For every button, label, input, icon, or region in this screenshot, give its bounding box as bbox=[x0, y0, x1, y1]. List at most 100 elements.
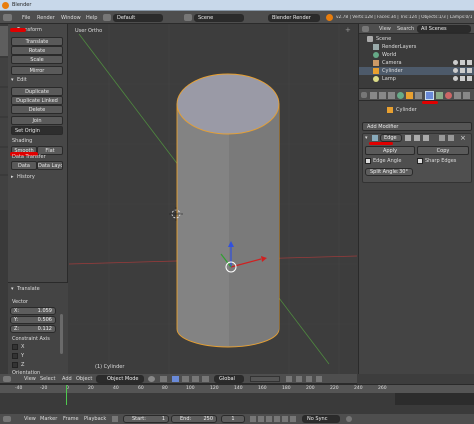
viewport-3d[interactable]: User Ortho (1) Cylinder + bbox=[69, 24, 357, 374]
selectability-icon[interactable] bbox=[460, 76, 465, 81]
outliner-row[interactable]: Scene bbox=[359, 35, 474, 43]
operator-scrollbar[interactable] bbox=[60, 314, 63, 354]
renderability-icon[interactable] bbox=[467, 76, 472, 81]
keying-toggle-icon[interactable] bbox=[112, 416, 118, 422]
mirror-button[interactable]: Mirror bbox=[11, 66, 63, 75]
edit-panel-header[interactable]: Edit bbox=[17, 77, 27, 83]
move-down-icon[interactable] bbox=[448, 135, 454, 141]
edge-angle-checkbox[interactable] bbox=[365, 158, 371, 164]
menu-window[interactable]: Window bbox=[61, 15, 81, 21]
jump-end-icon[interactable] bbox=[290, 416, 296, 422]
start-frame-field[interactable]: Start: 1 bbox=[123, 415, 169, 423]
object-tab-icon[interactable] bbox=[406, 92, 413, 99]
visibility-eye-icon[interactable] bbox=[453, 68, 458, 73]
tab-tools[interactable] bbox=[0, 26, 8, 56]
play-icon[interactable] bbox=[274, 416, 280, 422]
render-engine-select[interactable]: Blender Render bbox=[268, 14, 320, 22]
scene-tab-icon[interactable] bbox=[388, 92, 395, 99]
pivot-icon[interactable] bbox=[160, 376, 167, 382]
view3d-editor-icon[interactable] bbox=[3, 376, 11, 382]
cylinder-top[interactable] bbox=[176, 73, 280, 135]
viewport-canvas[interactable] bbox=[69, 24, 357, 374]
edit-panel-arrow-icon[interactable]: ▾ bbox=[11, 77, 14, 83]
layout-select[interactable]: Default bbox=[113, 14, 163, 22]
play-reverse-icon[interactable] bbox=[266, 416, 272, 422]
modifiers-tab-icon[interactable] bbox=[425, 91, 434, 100]
constraint-y-checkbox[interactable] bbox=[12, 353, 18, 359]
vector-z-field[interactable]: Z: 0.112 bbox=[10, 325, 56, 333]
manipulator-toggle-icon[interactable] bbox=[172, 376, 179, 382]
constraints-tab-icon[interactable] bbox=[415, 92, 422, 99]
visibility-eye-icon[interactable] bbox=[453, 60, 458, 65]
render-tab-icon[interactable] bbox=[370, 92, 377, 99]
constraint-z-checkbox[interactable] bbox=[12, 362, 18, 368]
menu-add[interactable]: Add bbox=[62, 376, 72, 382]
copy-button[interactable]: Copy bbox=[417, 146, 469, 155]
menu-object[interactable]: Object bbox=[76, 376, 92, 382]
next-key-icon[interactable] bbox=[282, 416, 288, 422]
material-tab-icon[interactable] bbox=[445, 92, 452, 99]
timeline-menu-playback[interactable]: Playback bbox=[84, 416, 106, 422]
add-modifier-button[interactable]: Add Modifier bbox=[362, 122, 472, 131]
modifier-name-field[interactable]: Edge bbox=[380, 134, 402, 142]
outliner-row[interactable]: Cylinder bbox=[359, 67, 474, 75]
move-up-icon[interactable] bbox=[439, 135, 445, 141]
duplicate-button[interactable]: Duplicate bbox=[11, 87, 63, 96]
menu-render[interactable]: Render bbox=[37, 15, 55, 21]
remove-modifier-icon[interactable]: × bbox=[460, 134, 466, 142]
apply-button[interactable]: Apply bbox=[365, 146, 415, 155]
prev-key-icon[interactable] bbox=[258, 416, 264, 422]
tab-grease-pencil[interactable] bbox=[0, 176, 8, 210]
render-layers-tab-icon[interactable] bbox=[379, 92, 386, 99]
translate-button[interactable]: Translate bbox=[11, 37, 63, 46]
visibility-eye-icon[interactable] bbox=[453, 76, 458, 81]
join-button[interactable]: Join bbox=[11, 116, 63, 125]
outliner-row[interactable]: World bbox=[359, 51, 474, 59]
layers-icon[interactable] bbox=[250, 376, 280, 382]
outliner-row[interactable]: RenderLayers bbox=[359, 43, 474, 51]
snap-icon[interactable] bbox=[296, 376, 302, 382]
current-frame-field[interactable]: 1 bbox=[221, 415, 245, 423]
screen-layout-icon[interactable] bbox=[103, 14, 111, 21]
end-frame-field[interactable]: End: 250 bbox=[171, 415, 217, 423]
show-in-editmode-icon[interactable] bbox=[423, 135, 429, 141]
operator-arrow-icon[interactable]: ▾ bbox=[11, 286, 14, 292]
split-angle-field[interactable]: Split Angle: 30° bbox=[365, 168, 413, 176]
renderability-icon[interactable] bbox=[467, 60, 472, 65]
scene-select[interactable]: Scene bbox=[194, 14, 244, 22]
data-transfer-button[interactable]: Data bbox=[11, 161, 37, 170]
record-icon[interactable] bbox=[346, 416, 352, 422]
outliner-row[interactable]: Lamp bbox=[359, 75, 474, 83]
sync-select[interactable]: No Sync bbox=[302, 415, 340, 423]
outliner-editor-icon[interactable] bbox=[362, 26, 369, 32]
outliner-row[interactable]: Camera bbox=[359, 59, 474, 67]
timeline-menu-marker[interactable]: Marker bbox=[40, 416, 57, 422]
history-panel-header[interactable]: History bbox=[17, 174, 35, 180]
manipulator-rotate-icon[interactable] bbox=[192, 376, 199, 382]
outliner-menu-view[interactable]: View bbox=[379, 26, 391, 32]
menu-file[interactable]: File bbox=[22, 15, 30, 21]
tab-physics[interactable] bbox=[0, 148, 8, 174]
properties-editor-icon[interactable] bbox=[361, 92, 367, 98]
mode-select[interactable]: Object Mode bbox=[96, 375, 144, 383]
tab-relations[interactable] bbox=[0, 88, 8, 116]
constraint-x-checkbox[interactable] bbox=[12, 344, 18, 350]
selectability-icon[interactable] bbox=[460, 68, 465, 73]
outliner-filter-select[interactable]: All Scenes bbox=[417, 25, 471, 33]
editor-type-icon[interactable] bbox=[3, 14, 12, 21]
tab-animation[interactable] bbox=[0, 118, 8, 146]
timeline-menu-view[interactable]: View bbox=[24, 416, 36, 422]
show-in-viewport-icon[interactable] bbox=[414, 135, 420, 141]
shading-mode-icon[interactable] bbox=[148, 376, 155, 382]
current-frame-line[interactable] bbox=[66, 385, 67, 405]
outliner-menu-search[interactable]: Search bbox=[397, 26, 414, 32]
viewport-corner-plus-icon[interactable]: + bbox=[345, 26, 353, 34]
timeline-menu-frame[interactable]: Frame bbox=[63, 416, 79, 422]
vector-y-field[interactable]: Y: 0.506 bbox=[10, 316, 56, 324]
jump-start-icon[interactable] bbox=[250, 416, 256, 422]
vector-x-field[interactable]: X: 1.059 bbox=[10, 307, 56, 315]
duplicate-linked-button[interactable]: Duplicate Linked bbox=[11, 96, 63, 105]
renderability-icon[interactable] bbox=[467, 68, 472, 73]
world-tab-icon[interactable] bbox=[397, 92, 404, 99]
menu-view[interactable]: View bbox=[24, 376, 36, 382]
